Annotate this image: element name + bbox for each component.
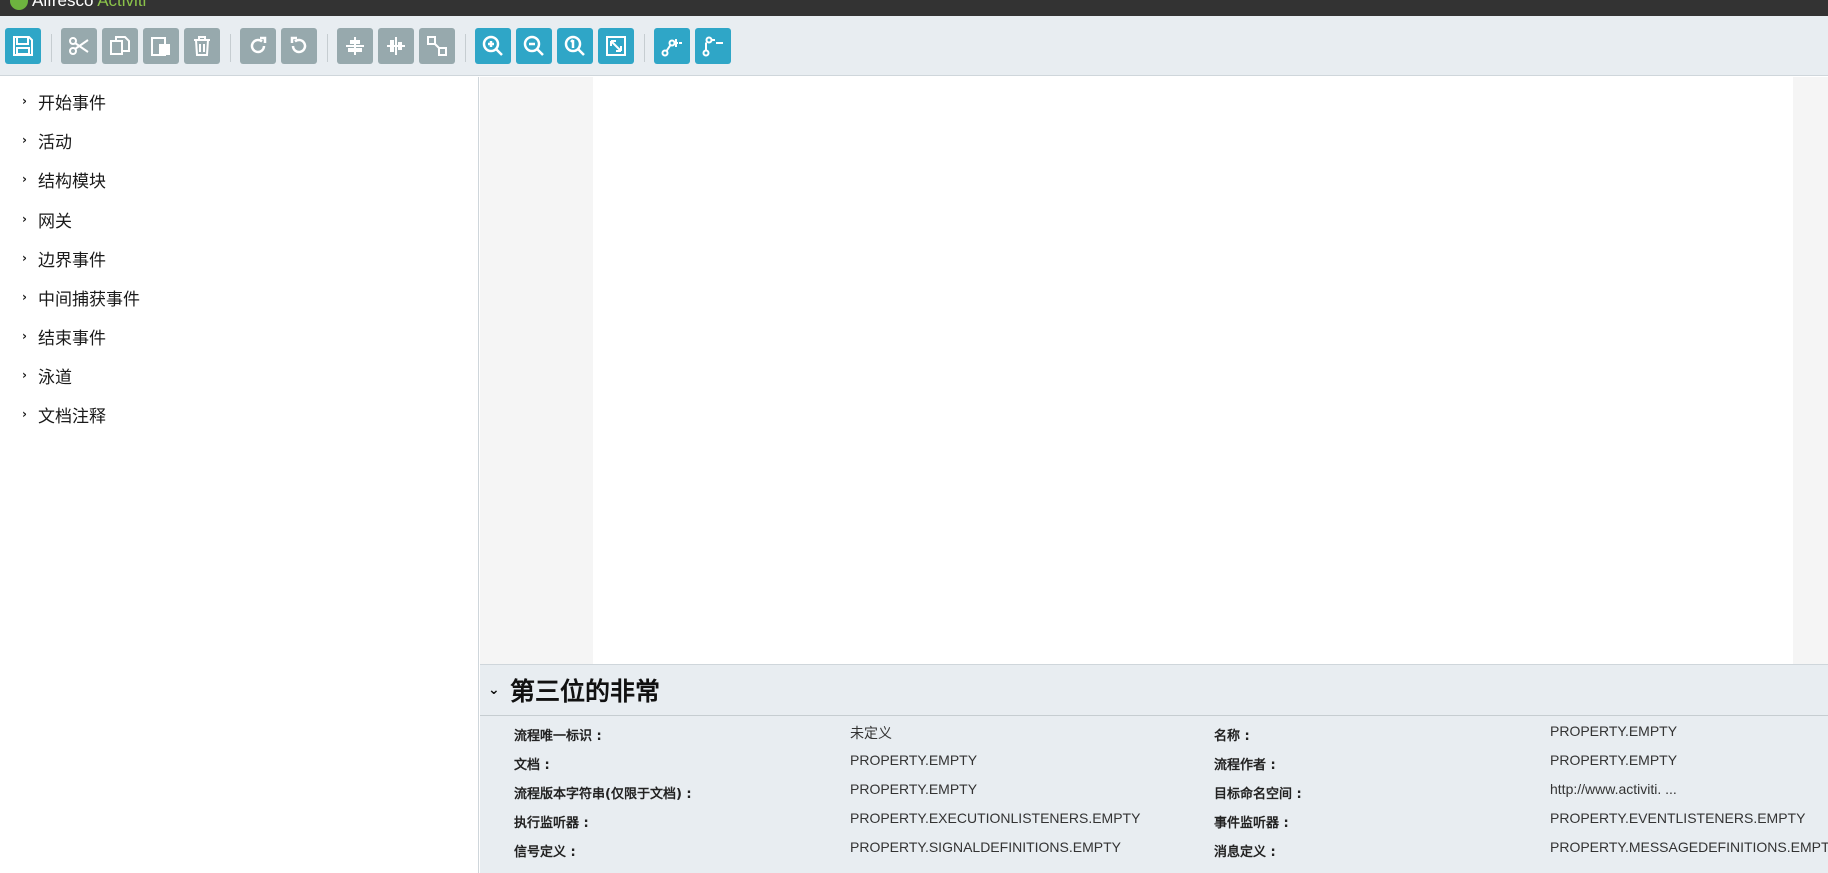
chevron-right-icon: ›: [22, 251, 27, 265]
copy-icon: [110, 36, 130, 55]
property-value[interactable]: PROPERTY.EMPTY: [1550, 752, 1677, 768]
zoom-out-icon: [523, 35, 544, 56]
logo-brand: Alfresco: [32, 0, 94, 10]
palette-group-structural[interactable]: › 结构模块: [22, 168, 106, 192]
add-bendpoint-icon: [661, 39, 682, 57]
palette-group-label: 开始事件: [38, 93, 106, 114]
same-size-button[interactable]: [419, 28, 455, 64]
property-value[interactable]: PROPERTY.MESSAGEDEFINITIONS.EMPTY: [1550, 839, 1828, 855]
add-bendpoint-button[interactable]: [654, 28, 690, 64]
zoom-fit-icon: [606, 36, 626, 56]
copy-button[interactable]: [102, 28, 138, 64]
palette-group-label: 中间捕获事件: [38, 289, 140, 310]
undo-button[interactable]: [281, 28, 317, 64]
palette-group-swimlanes[interactable]: › 泳道: [22, 364, 72, 388]
chevron-right-icon: ›: [22, 133, 27, 147]
palette-group-label: 文档注释: [38, 406, 106, 427]
zoom-fit-button[interactable]: [598, 28, 634, 64]
canvas-area: [480, 77, 1828, 664]
chevron-down-icon[interactable]: ⌄: [488, 682, 504, 698]
remove-bendpoint-icon: [702, 36, 723, 57]
zoom-in-button[interactable]: [475, 28, 511, 64]
property-value[interactable]: PROPERTY.EMPTY: [1550, 723, 1677, 739]
palette-group-boundary-events[interactable]: › 边界事件: [22, 247, 106, 271]
align-vertical-button[interactable]: [378, 28, 414, 64]
chevron-right-icon: ›: [22, 407, 27, 421]
diagram-canvas[interactable]: [593, 77, 1793, 664]
property-label: 流程版本字符串(仅限于文档) :: [514, 787, 692, 802]
property-label: 文档 :: [514, 758, 550, 773]
properties-header[interactable]: ⌄ 第三位的非常: [480, 665, 1828, 716]
property-value[interactable]: PROPERTY.EXECUTIONLISTENERS.EMPTY: [850, 810, 1140, 826]
palette-group-annotations[interactable]: › 文档注释: [22, 403, 106, 427]
properties-panel: ⌄ 第三位的非常 流程唯一标识 : 未定义 名称 : PROPERTY.EMPT…: [480, 664, 1828, 873]
palette-group-label: 网关: [38, 211, 72, 232]
property-label: 执行监听器 :: [514, 816, 589, 831]
save-icon: [13, 36, 33, 56]
chevron-right-icon: ›: [22, 172, 27, 186]
delete-button[interactable]: [184, 28, 220, 64]
property-label: 信号定义 :: [514, 845, 576, 860]
palette-group-end-events[interactable]: › 结束事件: [22, 325, 106, 349]
alfresco-logo-icon: [10, 0, 28, 10]
property-label: 事件监听器 :: [1214, 816, 1289, 831]
paste-icon: [151, 37, 170, 56]
align-vertical-icon: [387, 37, 405, 55]
redo-icon: [250, 36, 267, 54]
chevron-right-icon: ›: [22, 94, 27, 108]
toolbar-separator: [230, 34, 231, 62]
property-label: 目标命名空间 :: [1214, 787, 1302, 802]
property-value[interactable]: PROPERTY.EMPTY: [850, 781, 977, 797]
chevron-right-icon: ›: [22, 368, 27, 382]
logo-product: Activiti: [97, 0, 147, 10]
palette-group-gateways[interactable]: › 网关: [22, 208, 72, 232]
property-value[interactable]: http://www.activiti. ...: [1550, 781, 1677, 797]
zoom-actual-icon: [564, 35, 585, 56]
property-label: 消息定义 :: [1214, 845, 1276, 860]
toolbar-separator: [51, 34, 52, 62]
palette-group-label: 泳道: [38, 367, 72, 388]
zoom-out-button[interactable]: [516, 28, 552, 64]
property-value[interactable]: PROPERTY.EMPTY: [850, 752, 977, 768]
toolbar-separator: [465, 34, 466, 62]
toolbar: [0, 16, 1828, 76]
property-value[interactable]: 未定义: [850, 723, 892, 743]
property-value[interactable]: PROPERTY.EVENTLISTENERS.EMPTY: [1550, 810, 1805, 826]
trash-icon: [194, 36, 210, 56]
same-size-icon: [427, 36, 447, 56]
palette-group-label: 结束事件: [38, 328, 106, 349]
palette-group-start-events[interactable]: › 开始事件: [22, 90, 106, 114]
palette-group-label: 活动: [38, 132, 72, 153]
logo: Alfresco Activiti: [10, 0, 146, 11]
redo-button[interactable]: [240, 28, 276, 64]
cut-button[interactable]: [61, 28, 97, 64]
chevron-right-icon: ›: [22, 329, 27, 343]
property-label: 流程唯一标识 :: [514, 729, 602, 744]
align-horizontal-button[interactable]: [337, 28, 373, 64]
scissors-icon: [69, 37, 89, 55]
property-label: 流程作者 :: [1214, 758, 1276, 773]
remove-bendpoint-button[interactable]: [695, 28, 731, 64]
palette-group-label: 结构模块: [38, 171, 106, 192]
property-value[interactable]: PROPERTY.SIGNALDEFINITIONS.EMPTY: [850, 839, 1121, 855]
save-button[interactable]: [5, 28, 41, 64]
zoom-in-icon: [482, 35, 503, 56]
toolbar-separator: [327, 34, 328, 62]
palette-group-intermediate-catch[interactable]: › 中间捕获事件: [22, 286, 140, 310]
palette-group-activities[interactable]: › 活动: [22, 129, 72, 153]
process-title: 第三位的非常: [510, 677, 661, 706]
undo-icon: [290, 36, 307, 54]
toolbar-separator: [644, 34, 645, 62]
zoom-actual-button[interactable]: [557, 28, 593, 64]
property-label: 名称 :: [1214, 729, 1250, 744]
paste-button[interactable]: [143, 28, 179, 64]
palette-panel: › 开始事件 › 活动 › 结构模块 › 网关 › 边界事件 › 中间捕获事件 › 结束事件 …: [0, 77, 479, 873]
chevron-right-icon: ›: [22, 212, 27, 226]
top-bar: Alfresco Activiti: [0, 0, 1828, 16]
palette-group-label: 边界事件: [38, 250, 106, 271]
chevron-right-icon: ›: [22, 290, 27, 304]
align-horizontal-icon: [346, 37, 364, 55]
